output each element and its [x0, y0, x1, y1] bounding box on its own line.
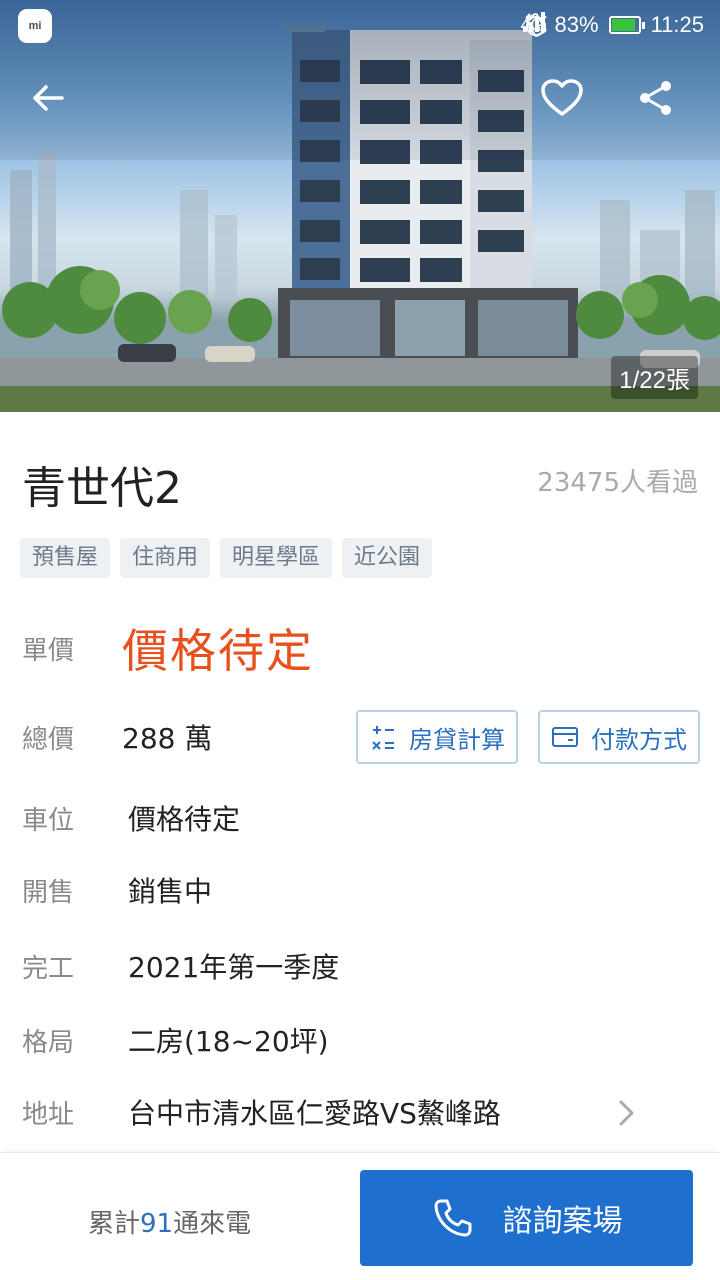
total-price-value: 288 萬 [122, 722, 213, 755]
battery-icon [608, 16, 645, 34]
heart-icon [541, 79, 583, 116]
favorite-button[interactable] [540, 78, 596, 134]
parking-row: 車位 價格待定 [22, 796, 240, 840]
signal-icon [522, 12, 545, 32]
payment-method-label: 付款方式 [591, 725, 687, 754]
tag-near-park: 近公園 [342, 538, 433, 578]
arrow-left-icon [33, 85, 64, 111]
tag-mixed-use: 住商用 [120, 538, 211, 578]
sale-status-value: 銷售中 [128, 875, 213, 908]
parking-label: 車位 [22, 805, 75, 836]
listing-title: 青世代2 [22, 463, 182, 514]
unit-price-row: 單價 價格待定 [22, 618, 314, 678]
clock: 11:25 [650, 12, 704, 37]
payment-method-button[interactable]: 付款方式 [538, 710, 700, 764]
tag-presale: 預售屋 [20, 538, 111, 578]
completion-label: 完工 [22, 953, 75, 984]
parking-value: 價格待定 [128, 803, 241, 836]
tag-list: 預售屋 住商用 明星學區 近公園 [20, 538, 433, 578]
layout-value: 二房(18~20坪) [128, 1025, 329, 1058]
sale-status-label: 開售 [22, 877, 75, 908]
share-button[interactable] [636, 78, 692, 134]
tag-school-district: 明星學區 [220, 538, 333, 578]
completion-value: 2021年第一季度 [128, 951, 340, 984]
completion-row: 完工 2021年第一季度 [22, 944, 339, 988]
call-count-prefix: 累計 [88, 1209, 141, 1239]
address-row[interactable]: 地址 台中市清水區仁愛路VS鰲峰路 [22, 1090, 662, 1134]
unit-price-value: 價格待定 [122, 624, 314, 678]
layout-row: 格局 二房(18~20坪) [22, 1018, 329, 1062]
bottom-action-bar: 累計91通來電 諮詢案場 [0, 1152, 720, 1280]
battery-percent: 83% [554, 12, 599, 37]
address-value: 台中市清水區仁愛路VS鰲峰路 [128, 1097, 501, 1130]
hero-photo[interactable]: mi 4G 83% 11:25 1/22張 [0, 0, 720, 412]
layout-label: 格局 [22, 1027, 75, 1058]
calculator-icon [372, 726, 394, 750]
call-count-suffix: 通來電 [173, 1209, 252, 1239]
loan-calculator-button[interactable]: 房貸計算 [356, 710, 518, 764]
view-count: 23475人看過 [537, 468, 698, 498]
sale-status-row: 開售 銷售中 [22, 868, 212, 912]
back-button[interactable] [28, 78, 84, 134]
total-price-row: 總價 288 萬 [22, 710, 212, 764]
photo-counter: 1/22張 [611, 356, 698, 399]
loan-calculator-label: 房貸計算 [409, 725, 505, 754]
chevron-right-icon[interactable] [616, 1098, 638, 1128]
card-icon [552, 727, 578, 747]
consult-site-button[interactable]: 諮詢案場 [360, 1170, 693, 1266]
mi-app-icon: mi [18, 9, 52, 43]
total-price-label: 總價 [22, 724, 75, 755]
phone-icon [434, 1199, 471, 1237]
address-label: 地址 [22, 1099, 75, 1130]
unit-price-label: 單價 [22, 635, 75, 666]
consult-site-label: 諮詢案場 [502, 1204, 623, 1239]
status-bar: mi 4G 83% 11:25 [0, 0, 720, 50]
call-count: 累計91通來電 [88, 1203, 251, 1240]
call-count-number: 91 [140, 1209, 174, 1239]
share-icon [640, 81, 671, 115]
